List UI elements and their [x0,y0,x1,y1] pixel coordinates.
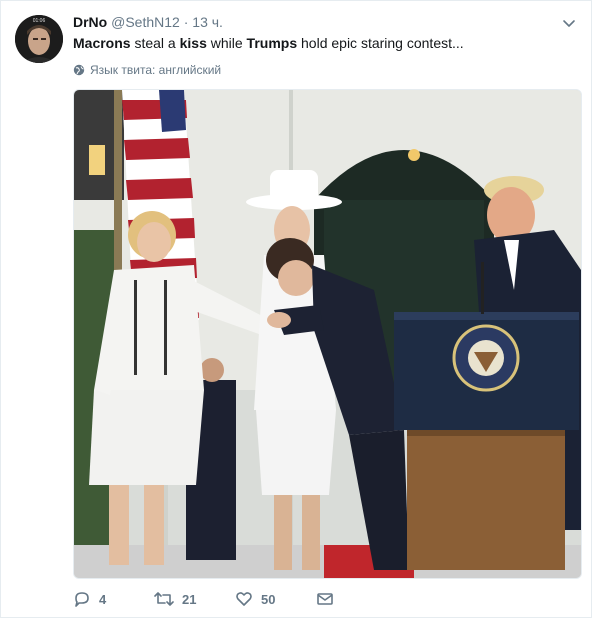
avatar-image: 01:06 [15,15,63,63]
avatar[interactable]: 01:06 [15,15,63,63]
separator-dot: · [183,14,189,30]
reply-icon [75,592,89,607]
text-part: hold epic staring contest... [297,35,464,51]
photo-illustration [74,90,581,578]
translate-tweet-link[interactable]: Язык твита: английский [73,62,221,78]
author-name[interactable]: DrNo [73,14,107,30]
tweet-header: DrNo @SethN12 · 13 ч. [73,13,551,31]
text-part[interactable]: Trumps [247,35,298,51]
avatar-overlay-text: 01:06 [33,18,46,24]
envelope-icon [317,593,333,605]
reply-count: 4 [99,591,107,607]
retweet-icon [154,592,174,606]
tweet-photo[interactable] [73,89,582,579]
globe-icon [73,64,85,76]
text-part: while [206,35,247,51]
author-handle[interactable]: @SethN12 [111,14,180,30]
text-part: steal a [130,35,180,51]
translate-label: Язык твита: английский [90,63,222,77]
like-count: 50 [261,591,276,607]
text-part[interactable]: kiss [180,35,207,51]
chevron-down-icon[interactable] [561,15,577,31]
tweet-actions: 4 21 50 [73,590,397,608]
tweet-timestamp[interactable]: 13 ч. [192,14,223,30]
reply-button[interactable]: 4 [73,590,154,608]
tweet-card[interactable]: 01:06 DrNo @SethN12 · 13 ч. Macrons stea… [0,0,592,618]
retweet-count: 21 [182,591,197,607]
heart-icon [236,592,252,606]
like-button[interactable]: 50 [235,590,316,608]
text-part[interactable]: Macrons [73,35,131,51]
direct-message-button[interactable] [316,590,397,608]
tweet-text: Macrons steal a kiss while Trumps hold e… [73,34,577,53]
retweet-button[interactable]: 21 [154,590,235,608]
